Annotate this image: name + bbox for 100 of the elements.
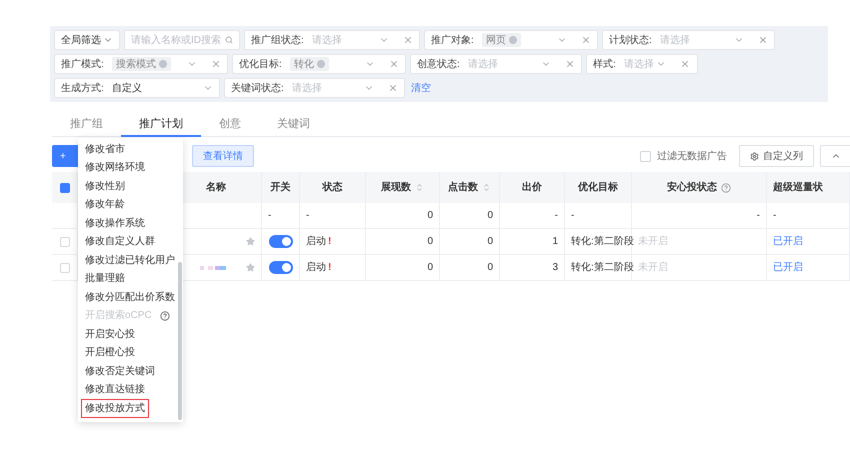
- settings-icon: [750, 152, 759, 160]
- menu-item[interactable]: 修改操作系统: [81, 214, 149, 232]
- clear-icon[interactable]: [565, 59, 575, 69]
- cell-text: -: [756, 209, 760, 223]
- search-field[interactable]: 请输入名称或ID搜索: [124, 30, 240, 50]
- filter-tag: 转化: [290, 57, 329, 71]
- clear-icon[interactable]: [403, 35, 413, 45]
- menu-item[interactable]: 修改自定义人群: [81, 232, 159, 251]
- filter-placeholder: 请选择: [312, 34, 342, 48]
- filter-label: 推广组状态:: [251, 34, 304, 48]
- filter-placeholder: 请选择: [468, 58, 498, 72]
- toggle-switch[interactable]: [268, 235, 292, 248]
- filter-label: 创意状态:: [417, 58, 460, 72]
- clear-icon[interactable]: [211, 59, 221, 69]
- row-checkbox[interactable]: [60, 262, 70, 272]
- cell-text: 转化:第二阶段: [571, 235, 634, 249]
- cell-text: 未开启: [638, 260, 668, 275]
- column-header: 点击数: [448, 180, 478, 195]
- filter-tag: 网页: [482, 33, 521, 47]
- cell-text: 0: [427, 261, 433, 275]
- menu-item[interactable]: 修改过滤已转化用户: [81, 251, 179, 270]
- filter-placeholder: 请选择: [660, 34, 690, 48]
- filter-label: 推广模式:: [61, 58, 104, 72]
- filter-select[interactable]: 推广模式: 搜索模式: [54, 54, 228, 74]
- status-text: 启动: [306, 234, 326, 249]
- custom-columns-button[interactable]: 自定义列: [739, 145, 814, 167]
- menu-item[interactable]: 开启安心投: [81, 325, 139, 344]
- menu-item: 开启搜索oCPC: [81, 306, 174, 325]
- menu-item[interactable]: 修改网络环境: [81, 158, 149, 177]
- filter-select[interactable]: 样式: 请选择: [586, 54, 698, 74]
- filter-select[interactable]: 计划状态: 请选择: [602, 30, 775, 50]
- filter-placeholder: 请选择: [292, 82, 322, 96]
- sort-icon[interactable]: [415, 183, 424, 192]
- tab[interactable]: 创意: [201, 113, 259, 137]
- scrollbar-thumb[interactable]: [178, 262, 182, 420]
- cell-text: 未开启: [638, 234, 668, 249]
- select-all-checkbox[interactable]: [60, 182, 70, 192]
- filter-select[interactable]: 生成方式: 自定义: [54, 78, 220, 98]
- star-icon[interactable]: [246, 263, 255, 272]
- filter-placeholder: 请选择: [624, 58, 654, 72]
- filter-checkbox[interactable]: [640, 150, 651, 162]
- global-filter-dropdown[interactable]: 全局筛选: [54, 30, 120, 50]
- filter-select[interactable]: 优化目标: 转化: [232, 54, 406, 74]
- filter-checkbox-label: 过滤无数据广告: [657, 150, 727, 164]
- tag-remove-icon[interactable]: [508, 36, 517, 44]
- cell-text: -: [268, 209, 272, 223]
- menu-item[interactable]: 修改否定关键词: [81, 362, 159, 380]
- column-header: 名称: [206, 180, 226, 195]
- filter-label: 关键词状态:: [231, 82, 284, 96]
- clear-icon[interactable]: [389, 59, 399, 69]
- column-header: 状态: [322, 180, 342, 195]
- cell-text: 0: [487, 235, 493, 249]
- cell-text: 转化:第二阶段: [571, 261, 634, 275]
- star-icon[interactable]: [246, 237, 255, 246]
- filter-label: 生成方式:: [61, 82, 104, 96]
- cell-text: 0: [427, 235, 433, 249]
- sort-icon[interactable]: [482, 183, 491, 192]
- tab[interactable]: 推广组: [52, 113, 121, 137]
- collapse-button[interactable]: [820, 145, 850, 167]
- cell-text: 0: [427, 209, 433, 223]
- blurred-name-drawing: [200, 264, 226, 270]
- cell-text: 已开启: [773, 234, 803, 249]
- cell-text: -: [773, 209, 776, 223]
- tag-remove-icon[interactable]: [158, 60, 167, 68]
- alert-mark: !: [328, 261, 332, 275]
- menu-item[interactable]: 修改年龄: [81, 196, 129, 214]
- search-icon: [225, 35, 233, 45]
- cell-text: -: [554, 209, 558, 223]
- menu-item[interactable]: 修改性别: [81, 177, 129, 196]
- filter-label: 计划状态:: [609, 34, 652, 48]
- cell-text: 0: [487, 209, 493, 223]
- cell-text: -: [571, 209, 574, 223]
- filter-select[interactable]: 推广组状态: 请选择: [244, 30, 420, 50]
- filter-value: 自定义: [112, 82, 142, 96]
- menu-item[interactable]: 批量理赔: [81, 270, 129, 288]
- toggle-switch[interactable]: [268, 261, 292, 274]
- help-icon[interactable]: [721, 182, 731, 192]
- column-header: 超级巡量状: [773, 180, 823, 195]
- alert-mark: !: [328, 235, 332, 249]
- column-header: 安心投状态: [667, 180, 717, 195]
- filter-select[interactable]: 创意状态: 请选择: [410, 54, 582, 74]
- clear-icon[interactable]: [581, 35, 591, 45]
- filter-select[interactable]: 推广对象: 网页: [424, 30, 598, 50]
- tag-remove-icon[interactable]: [316, 60, 325, 68]
- clear-icon[interactable]: [758, 35, 768, 45]
- menu-item[interactable]: 开启橙心投: [81, 344, 139, 362]
- row-checkbox[interactable]: [60, 236, 70, 246]
- clear-icon[interactable]: [680, 59, 690, 69]
- clear-icon[interactable]: [388, 83, 398, 93]
- menu-item[interactable]: 修改直达链接: [81, 380, 149, 399]
- tab[interactable]: 关键词: [259, 113, 328, 137]
- menu-item[interactable]: 修改省市: [81, 140, 129, 158]
- filter-select[interactable]: 关键词状态: 请选择: [224, 78, 405, 98]
- menu-item[interactable]: 修改分匹配出价系数: [81, 288, 179, 306]
- column-header: 优化目标: [578, 180, 618, 195]
- cell-text: 1: [552, 235, 558, 249]
- cell-text: -: [306, 209, 310, 223]
- filter-label: 样式:: [593, 58, 616, 72]
- menu-item[interactable]: 修改投放方式: [81, 399, 149, 418]
- filter-label: 推广对象:: [431, 34, 474, 48]
